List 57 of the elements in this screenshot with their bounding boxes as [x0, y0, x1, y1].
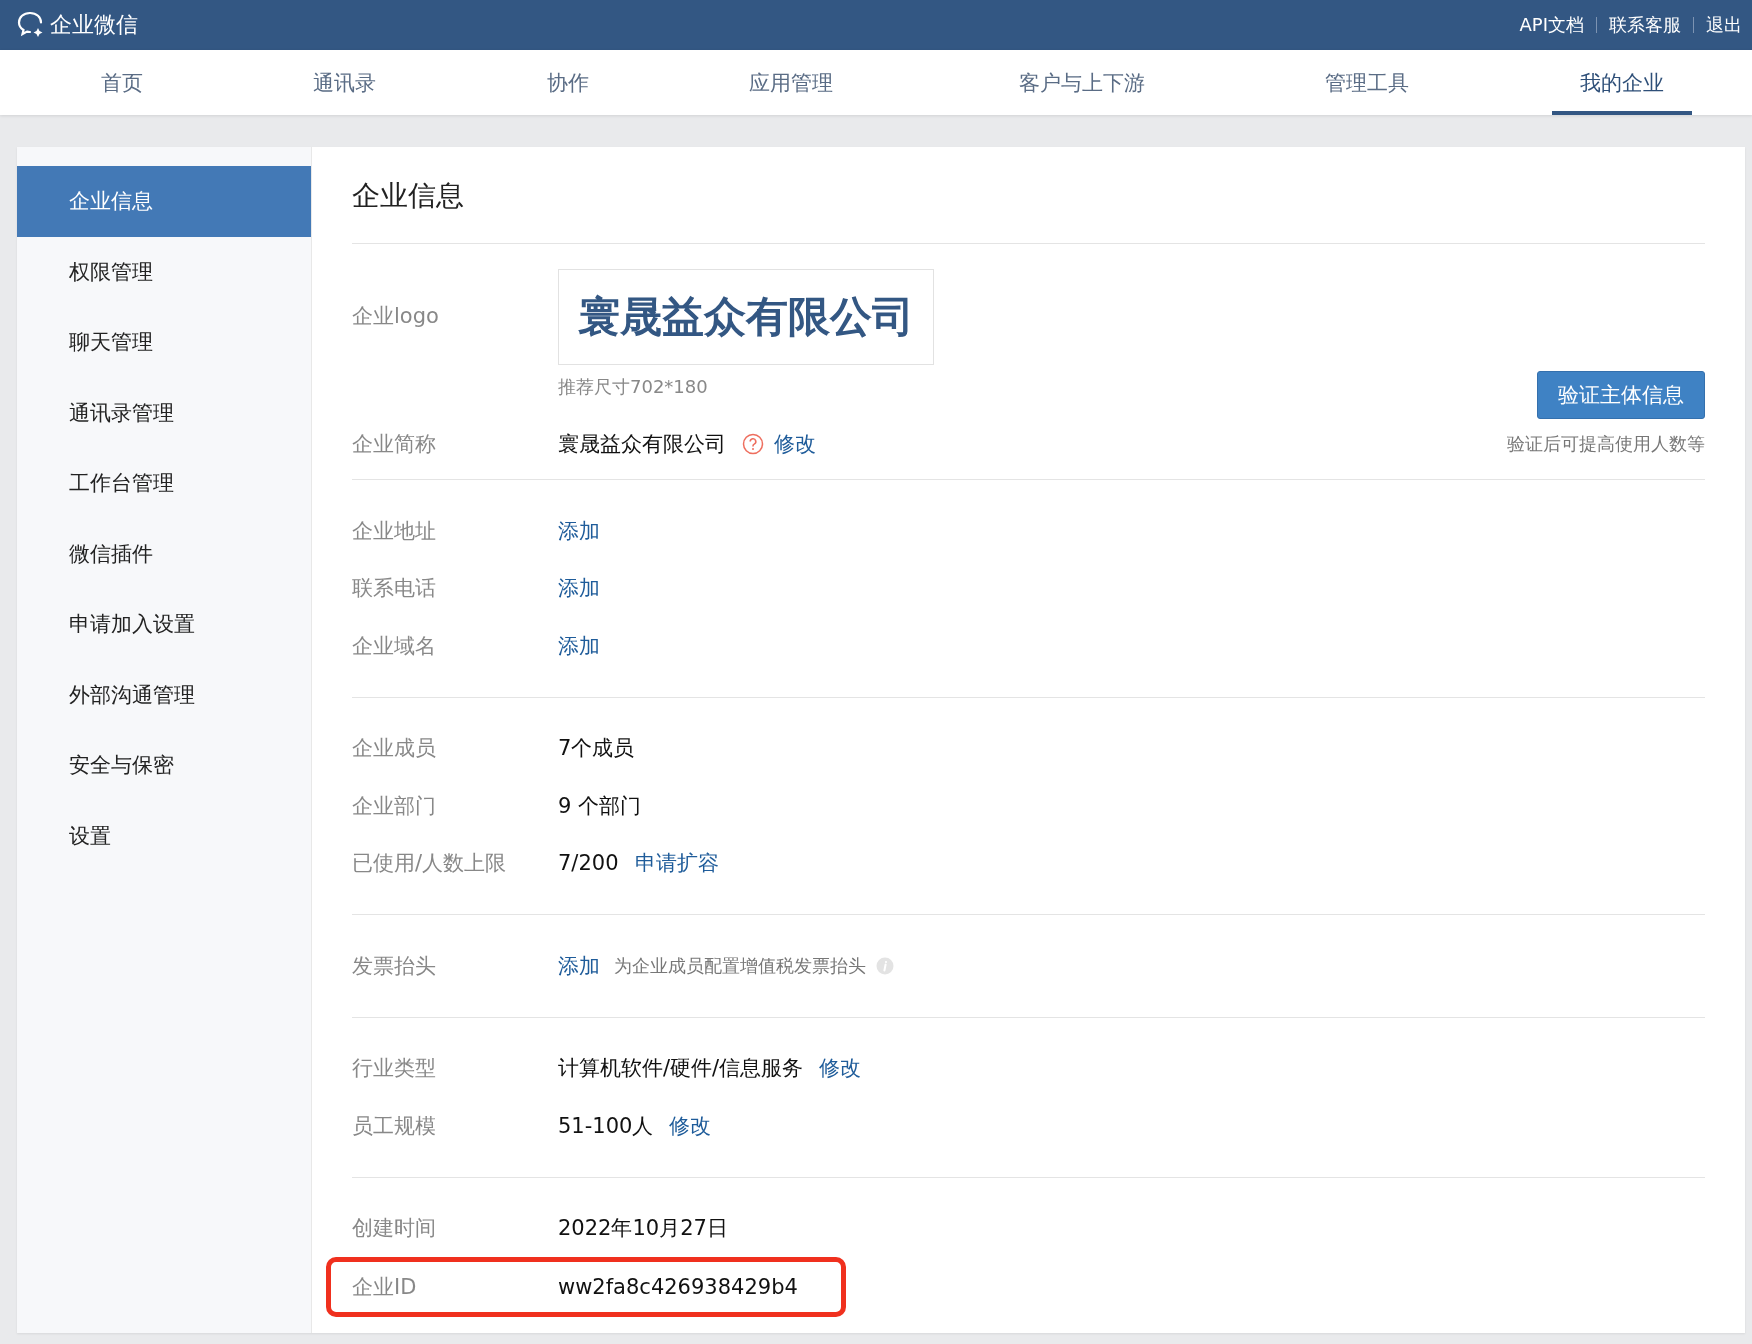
field-value: 7个成员	[558, 735, 635, 763]
action-link[interactable]: 添加	[558, 631, 600, 660]
nav-tab[interactable]: 应用管理	[679, 50, 902, 115]
action-link[interactable]: 修改	[669, 1111, 712, 1140]
nav-tab[interactable]: 协作	[456, 50, 679, 115]
field-hint: 为企业成员配置增值税发票抬头	[614, 953, 866, 978]
field-value: 7/200	[558, 851, 619, 876]
sidebar-item[interactable]: 工作台管理	[17, 448, 311, 519]
nav-tab[interactable]: 首页	[10, 50, 233, 115]
sidebar-item[interactable]: 通讯录管理	[17, 377, 311, 448]
sidebar-item[interactable]: 设置	[17, 800, 311, 871]
action-link[interactable]: 添加	[558, 574, 600, 603]
field-value: 51-100人	[558, 1112, 654, 1140]
field-label: 企业地址	[352, 517, 437, 545]
sidebar-item[interactable]: 聊天管理	[17, 307, 311, 378]
sidebar-item[interactable]: 权限管理	[17, 236, 311, 307]
sidebar-item[interactable]: 安全与保密	[17, 730, 311, 801]
nav-tab[interactable]: 客户与上下游	[902, 50, 1262, 115]
nav-tab[interactable]: 我的企业	[1552, 50, 1692, 115]
verify-button[interactable]: 验证主体信息	[1537, 371, 1705, 419]
sidebar-item[interactable]: 申请加入设置	[17, 589, 311, 660]
verify-note: 验证后可提高使用人数等	[1507, 432, 1705, 456]
header-link[interactable]: API文档	[1519, 13, 1584, 37]
company-logo: 寰晟益众有限公司	[558, 269, 934, 365]
nav-tab[interactable]: 通讯录	[233, 50, 456, 115]
sidebar-item[interactable]: 微信插件	[17, 518, 311, 589]
nav-tab[interactable]: 管理工具	[1262, 50, 1472, 115]
field-value: 9 个部门	[558, 792, 642, 820]
size-hint: 推荐尺寸702*180	[558, 375, 709, 399]
header-link[interactable]: 退出	[1706, 13, 1742, 37]
field-label: 企业简称	[352, 431, 437, 458]
field-label: 员工规模	[352, 1112, 437, 1140]
field-value: 2022年10月27日	[558, 1215, 728, 1243]
field-label: 企业logo	[352, 303, 440, 330]
field-value: 计算机软件/硬件/信息服务	[558, 1055, 804, 1083]
action-link[interactable]: 修改	[819, 1054, 862, 1083]
sidebar-item[interactable]: 外部沟通管理	[17, 659, 311, 730]
field-label: 创建时间	[352, 1215, 437, 1243]
field-value: ww2fa8c426938429b4	[558, 1275, 798, 1299]
field-value: 寰晟益众有限公司	[558, 431, 726, 458]
brand-name: 企业微信	[50, 11, 138, 39]
field-label: 联系电话	[352, 575, 437, 603]
header-link[interactable]: 联系客服	[1609, 13, 1681, 37]
action-link[interactable]: 添加	[558, 516, 600, 545]
field-label: 发票抬头	[352, 952, 437, 980]
field-label: 企业ID	[352, 1274, 418, 1301]
field-label: 行业类型	[352, 1055, 437, 1083]
field-label: 企业部门	[352, 792, 437, 820]
help-icon[interactable]	[742, 433, 764, 455]
page-title: 企业信息	[352, 147, 1705, 244]
field-label: 企业成员	[352, 735, 437, 763]
action-link[interactable]: 修改	[774, 430, 816, 458]
field-label: 已使用/人数上限	[352, 850, 508, 878]
action-link[interactable]: 申请扩容	[634, 849, 719, 878]
field-label: 企业域名	[352, 632, 437, 660]
action-link[interactable]: 添加	[558, 951, 600, 980]
sidebar-item[interactable]: 企业信息	[17, 166, 311, 237]
